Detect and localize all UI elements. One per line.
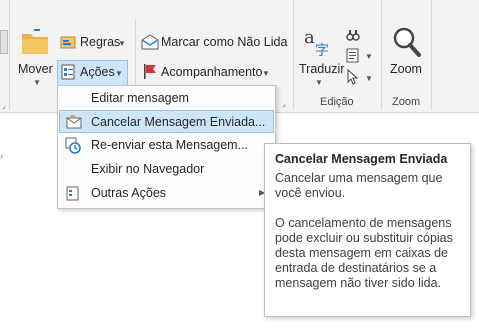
group-label-edicao: Edição <box>320 96 354 108</box>
flag-icon <box>144 64 156 79</box>
menu-item-label: Editar mensagem <box>91 91 189 105</box>
ribbon-divider <box>381 0 382 110</box>
group-label-zoom: Zoom <box>392 96 421 108</box>
menu-item-label: Exibir no Navegador <box>91 162 205 176</box>
group-launcher-icon[interactable]: ⌟ <box>2 101 6 110</box>
actions-icon <box>61 64 75 80</box>
menu-item-label: Re-enviar esta Mensagem... <box>91 138 249 152</box>
recall-envelope-icon <box>66 115 82 129</box>
zoom-button[interactable]: Zoom <box>386 22 426 86</box>
select-button[interactable]: ▼ <box>346 68 376 86</box>
mover-label: Mover <box>18 62 53 76</box>
folder-icon <box>22 29 48 54</box>
replace-button[interactable]: ▼ <box>346 46 376 64</box>
resend-icon <box>65 137 81 154</box>
document-icon <box>346 48 359 63</box>
svg-text:a: a <box>304 27 315 48</box>
regras-button[interactable]: Regras ▼ <box>58 32 128 52</box>
ribbon-divider <box>293 0 294 110</box>
acoes-label: Ações <box>80 65 115 79</box>
chevron-down-icon: ▼ <box>262 69 270 78</box>
menu-item-outras-acoes[interactable]: Outras Ações ▶ <box>59 182 274 205</box>
menu-item-cancelar-mensagem[interactable]: Cancelar Mensagem Enviada... <box>59 110 274 133</box>
cursor-icon <box>347 69 359 85</box>
chevron-down-icon: ▼ <box>33 78 41 87</box>
expand-arrow-icon[interactable]: › <box>0 151 3 161</box>
zoom-label: Zoom <box>390 62 422 76</box>
acompanhamento-label: Acompanhamento <box>161 65 263 79</box>
marcar-label: Marcar como Não Lida <box>161 35 288 49</box>
menu-item-exibir-navegador[interactable]: Exibir no Navegador <box>59 158 274 181</box>
acoes-button[interactable]: Ações ▼ <box>57 60 128 86</box>
menu-item-label: Cancelar Mensagem Enviada... <box>91 115 266 129</box>
other-actions-icon <box>66 186 79 201</box>
svg-text:字: 字 <box>315 43 329 58</box>
rules-icon <box>60 36 76 49</box>
acompanhamento-button[interactable]: Acompanhamento ▼ <box>140 62 272 82</box>
partial-icon <box>0 30 8 54</box>
binoculars-icon <box>346 30 360 41</box>
magnifier-icon <box>393 27 421 57</box>
ribbon-divider <box>9 0 10 110</box>
ribbon-divider <box>431 0 432 110</box>
tooltip: Cancelar Mensagem Enviada Cancelar uma m… <box>264 143 471 317</box>
regras-label: Regras <box>80 35 121 49</box>
chevron-down-icon: ▼ <box>315 78 323 87</box>
mover-button[interactable]: Mover ▼ <box>14 22 56 87</box>
traduzir-button[interactable]: a 字 Traduzir ▼ <box>296 22 345 87</box>
chevron-down-icon: ▼ <box>118 39 126 48</box>
traduzir-label: Traduzir <box>299 62 345 76</box>
tooltip-title: Cancelar Mensagem Enviada <box>275 152 448 166</box>
menu-item-label: Outras Ações <box>91 186 167 200</box>
menu-item-reenviar-mensagem[interactable]: Re-enviar esta Mensagem... <box>59 134 274 157</box>
translate-icon: a 字 <box>304 27 329 58</box>
chevron-down-icon: ▼ <box>365 74 373 83</box>
acoes-menu: Editar mensagem Cancelar Mensagem Enviad… <box>57 85 276 209</box>
marcar-nao-lida-button[interactable]: Marcar como Não Lida <box>140 32 290 52</box>
tooltip-details: O cancelamento de mensagens pode excluir… <box>275 216 453 290</box>
tooltip-description: Cancelar uma mensagem que você enviou. <box>275 171 443 200</box>
find-button[interactable] <box>346 26 376 44</box>
envelope-icon <box>141 34 159 50</box>
group-launcher-icon[interactable]: ⌟ <box>282 99 286 108</box>
chevron-down-icon: ▼ <box>115 69 123 78</box>
menu-item-editar-mensagem[interactable]: Editar mensagem <box>59 87 274 110</box>
chevron-down-icon: ▼ <box>365 52 373 61</box>
